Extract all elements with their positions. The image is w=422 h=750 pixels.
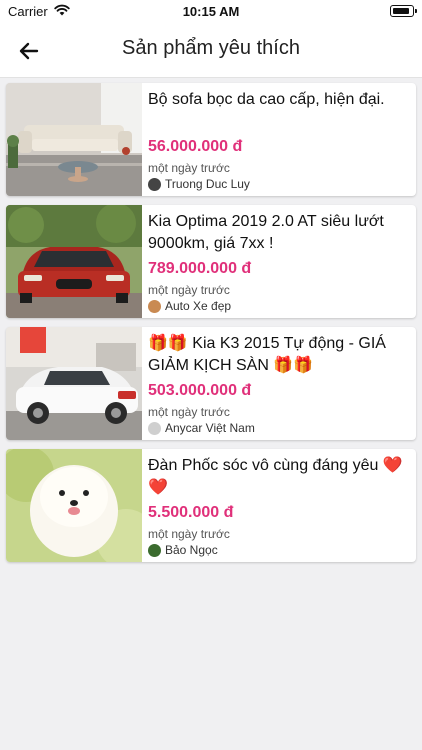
product-card-kia-k3[interactable]: 🎁🎁 Kia K3 2015 Tự động - GIÁ GIẢM KỊCH S… <box>6 327 416 440</box>
product-image <box>6 327 142 440</box>
product-title: Bộ sofa bọc da cao cấp, hiện đại. <box>148 91 385 108</box>
seller-info: Truong Duc Luy <box>148 177 250 191</box>
seller-info: Auto Xe đẹp <box>148 299 231 313</box>
seller-avatar <box>148 299 161 313</box>
product-price: 56.000.000 đ <box>148 138 243 155</box>
seller-avatar <box>148 421 161 435</box>
product-image <box>6 83 142 196</box>
posted-time: một ngày trước <box>148 405 230 419</box>
product-title: Đàn Phốc sóc vô cùng đáng yêu ❤️❤️ <box>148 457 403 496</box>
product-image <box>6 449 142 562</box>
seller-name: Anycar Việt Nam <box>165 421 255 435</box>
product-price: 5.500.000 đ <box>148 504 234 521</box>
product-title: Kia Optima 2019 2.0 AT siêu lướt 9000km,… <box>148 213 384 252</box>
seller-name: Truong Duc Luy <box>165 177 250 191</box>
product-price: 503.000.000 đ <box>148 382 252 399</box>
nav-bar: Sản phẩm yêu thích <box>0 24 422 78</box>
product-price: 789.000.000 đ <box>148 260 252 277</box>
seller-info: Anycar Việt Nam <box>148 421 255 435</box>
product-card-pomeranian[interactable]: Đàn Phốc sóc vô cùng đáng yêu ❤️❤️ 5.500… <box>6 449 416 562</box>
product-card-kia-optima[interactable]: Kia Optima 2019 2.0 AT siêu lướt 9000km,… <box>6 205 416 318</box>
product-title: 🎁🎁 Kia K3 2015 Tự động - GIÁ GIẢM KỊCH S… <box>148 335 386 374</box>
seller-avatar <box>148 177 161 191</box>
product-card-sofa[interactable]: Bộ sofa bọc da cao cấp, hiện đại. 56.000… <box>6 83 416 196</box>
status-bar: Carrier 10:15 AM <box>0 0 422 24</box>
page-title: Sản phẩm yêu thích <box>122 37 300 59</box>
product-image <box>6 205 142 318</box>
posted-time: một ngày trước <box>148 161 230 175</box>
seller-name: Bảo Ngọc <box>165 543 218 557</box>
battery-icon <box>390 5 417 17</box>
status-time: 10:15 AM <box>182 4 240 19</box>
posted-time: một ngày trước <box>148 527 230 541</box>
seller-name: Auto Xe đẹp <box>165 299 232 313</box>
posted-time: một ngày trước <box>148 283 230 297</box>
favorite-products-list: Bộ sofa bọc da cao cấp, hiện đại. 56.000… <box>6 83 416 571</box>
seller-avatar <box>148 543 161 557</box>
seller-info: Bảo Ngọc <box>148 543 218 557</box>
